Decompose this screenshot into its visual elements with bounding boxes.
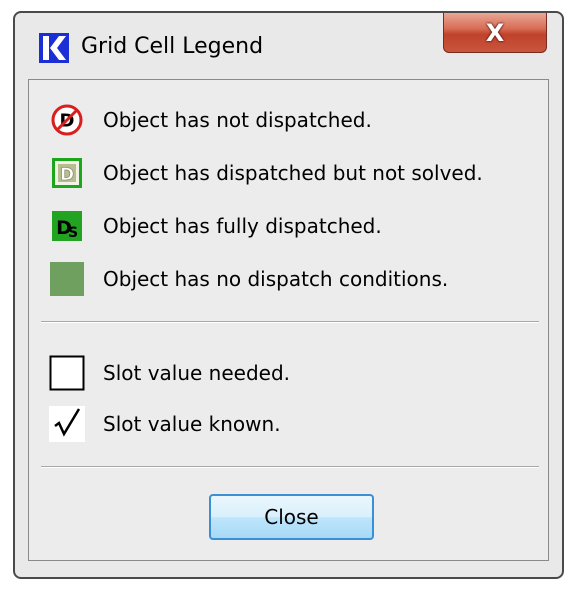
title-bar[interactable]: Grid Cell Legend X	[15, 13, 562, 79]
close-icon: X	[485, 18, 505, 47]
legend-item-not-dispatched: D Object has not dispatched.	[49, 102, 372, 138]
legend-label: Object has not dispatched.	[103, 108, 372, 132]
legend-label: Object has no dispatch conditions.	[103, 267, 449, 291]
dispatched-not-solved-icon: D	[52, 158, 82, 188]
window-close-button[interactable]: X	[443, 13, 547, 53]
legend-panel: D Object has not dispatched. D Object ha…	[28, 79, 549, 561]
legend-label: Slot value needed.	[103, 361, 291, 385]
no-dispatch-conditions-icon	[50, 262, 84, 296]
app-logo-icon	[39, 33, 69, 63]
checkmark-icon	[49, 406, 85, 442]
legend-item-slot-needed: Slot value needed.	[49, 355, 290, 391]
legend-item-slot-known: Slot value known.	[49, 406, 281, 442]
slot-needed-icon	[49, 355, 85, 391]
legend-label: Object has dispatched but not solved.	[103, 161, 483, 185]
legend-item-dispatched-not-solved: D Object has dispatched but not solved.	[49, 155, 483, 191]
not-dispatched-icon: D	[51, 104, 83, 136]
dialog-window: Grid Cell Legend X D Object has not disp…	[13, 11, 564, 579]
legend-item-no-dispatch-conditions: Object has no dispatch conditions.	[49, 261, 448, 297]
legend-label: Slot value known.	[103, 412, 281, 436]
window-title: Grid Cell Legend	[81, 34, 264, 59]
separator	[41, 321, 539, 323]
close-button[interactable]: Close	[209, 494, 374, 540]
legend-label: Object has fully dispatched.	[103, 214, 382, 238]
fully-dispatched-icon: D S	[52, 211, 82, 241]
svg-text:D: D	[60, 165, 74, 185]
legend-item-fully-dispatched: D S Object has fully dispatched.	[49, 208, 382, 244]
separator	[41, 466, 539, 468]
svg-text:S: S	[68, 225, 78, 241]
